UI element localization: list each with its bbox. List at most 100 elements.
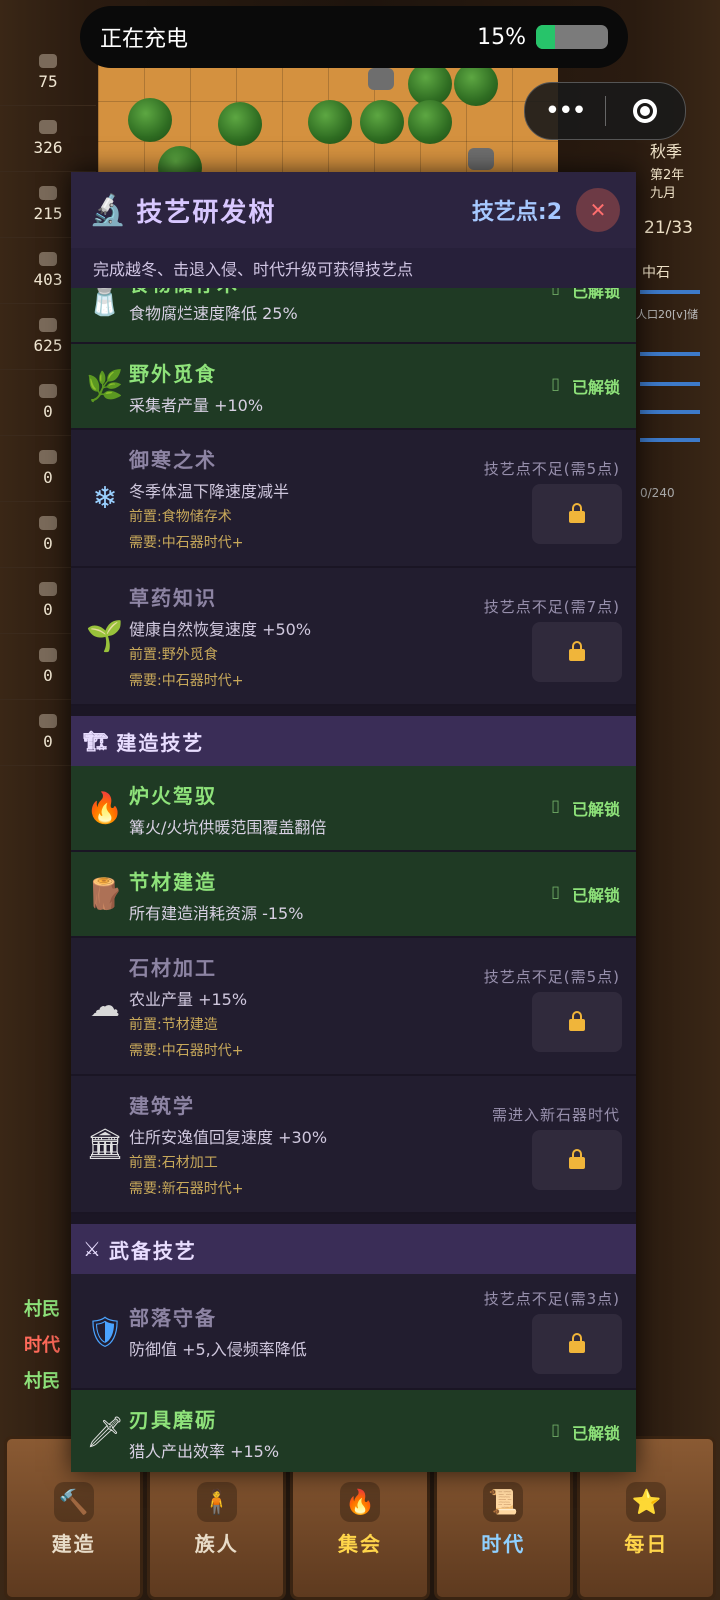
unlock-button[interactable] — [532, 622, 622, 682]
tech-cost: 技艺点不足(需3点) — [483, 1290, 620, 1308]
month-label: 九月 — [650, 186, 677, 201]
tech-item[interactable]: ❄ 御寒之术 冬季体温下降速度减半 前置:食物储存术 需要:中石器时代+ 技艺点… — [71, 430, 636, 568]
resource-icon — [39, 318, 57, 332]
resource-count: 0 — [43, 402, 53, 421]
tech-item[interactable]: 🔥 炉火驾驭 篝火/火坑供暖范围覆盖翻倍 ▯ 已解锁 — [71, 766, 636, 852]
tech-prereq: 前置:野外觅食 — [129, 647, 218, 663]
tech-desc: 食物腐烂速度降低 25% — [129, 304, 298, 323]
tech-name: 部落守备 — [129, 1306, 217, 1330]
crane-icon: 🏗 — [83, 729, 111, 753]
lock-icon — [569, 641, 585, 661]
more-menu-button[interactable]: ••• — [525, 96, 605, 126]
resource-count: 403 — [33, 270, 63, 289]
battery-icon — [536, 25, 608, 49]
tech-name: 炉火驾驭 — [129, 784, 217, 808]
dagger-icon: 🗡 — [85, 1414, 125, 1450]
resource-icon — [39, 186, 57, 200]
tech-item[interactable]: 🧂 食物储存术 食物腐烂速度降低 25% ▯ 已解锁 — [71, 288, 636, 344]
section-gap — [71, 706, 636, 716]
tree-icon — [408, 100, 452, 144]
shield-icon: 🛡 — [85, 1314, 125, 1350]
section-header-arms: ⚔ 武备技艺 — [71, 1224, 636, 1274]
status-dot-icon: ▯ — [551, 374, 560, 393]
section-title: 武备技艺 — [108, 1238, 197, 1263]
nav-label: 族人 — [194, 1532, 239, 1556]
year-label: 第2年 — [650, 168, 685, 183]
tech-name: 草药知识 — [129, 586, 217, 610]
tech-prereq: 前置:节材建造 — [129, 1017, 218, 1033]
farm-map[interactable] — [98, 62, 558, 190]
resource-icon — [39, 648, 57, 662]
nav-label: 建造 — [51, 1532, 96, 1556]
resource-count: 0 — [43, 468, 53, 487]
tech-item[interactable]: 🌿 野外觅食 采集者产量 +10% ▯ 已解锁 — [71, 344, 636, 430]
tech-desc: 猎人产出效率 +15% — [129, 1442, 280, 1461]
resource-count: 0 — [43, 666, 53, 685]
unlock-button[interactable] — [532, 484, 622, 544]
tech-item[interactable]: 🏛 建筑学 住所安逸值回复速度 +30% 前置:石材加工 需要:新石器时代+ 需… — [71, 1076, 636, 1214]
seedling-icon: 🌱 — [86, 618, 124, 654]
tech-requirement: 需要:中石器时代+ — [129, 1043, 244, 1059]
progress-bar — [640, 410, 700, 414]
season-label: 秋季 — [650, 142, 683, 161]
tech-status: 已解锁 — [571, 288, 620, 301]
unlock-button[interactable] — [532, 1130, 622, 1190]
tech-item[interactable]: 🪵 节材建造 所有建造消耗资源 -15% ▯ 已解锁 — [71, 852, 636, 938]
tech-name: 刃具磨砺 — [129, 1408, 217, 1432]
tech-status: 已解锁 — [571, 800, 620, 819]
resource-icon — [39, 120, 57, 134]
miniapp-close-button[interactable] — [606, 99, 686, 123]
wood-icon: 🪵 — [86, 876, 124, 912]
status-bar: 正在充电 15% — [80, 6, 628, 68]
tech-desc: 采集者产量 +10% — [129, 396, 264, 415]
hammer-icon: 🔨 — [53, 1482, 94, 1522]
era-label: 中石 — [642, 265, 670, 281]
tech-cost: 技艺点不足(需5点) — [483, 968, 620, 986]
tree-icon — [218, 102, 262, 146]
tech-name: 野外觅食 — [129, 362, 217, 386]
tech-list[interactable]: 🧂 食物储存术 食物腐烂速度降低 25% ▯ 已解锁 🌿 野外觅食 采集者产量 +… — [71, 288, 636, 1472]
resource-cell[interactable]: 326 — [0, 106, 96, 172]
unlock-button[interactable] — [532, 992, 622, 1052]
section-header-build: 🏗 建造技艺 — [71, 716, 636, 766]
modal-hint: 完成越冬、击退入侵、时代升级可获得技艺点 — [71, 248, 636, 288]
status-dot-icon: ▯ — [551, 882, 560, 901]
salt-icon: 🧂 — [86, 288, 124, 318]
tech-item[interactable]: 🌱 草药知识 健康自然恢复速度 +50% 前置:野外觅食 需要:中石器时代+ 技… — [71, 568, 636, 706]
tech-desc: 篝火/火坑供暖范围覆盖翻倍 — [129, 818, 327, 837]
resource-count: 326 — [33, 138, 63, 157]
villager-label: 村民 — [24, 1371, 60, 1392]
tech-tree-modal: 🔬 技艺研发树 技艺点:2 ✕ 完成越冬、击退入侵、时代升级可获得技艺点 🧂 食… — [71, 172, 636, 1472]
person-icon: 🧍 — [196, 1482, 237, 1522]
resource-icon — [39, 714, 57, 728]
tech-status: 已解锁 — [571, 378, 620, 397]
close-button[interactable]: ✕ — [576, 188, 620, 232]
rock-icon — [368, 68, 394, 90]
tech-desc: 农业产量 +15% — [129, 990, 248, 1009]
status-dot-icon: ▯ — [551, 288, 560, 302]
herb-icon: 🌿 — [86, 368, 124, 404]
tech-desc: 所有建造消耗资源 -15% — [129, 904, 304, 923]
campfire-icon: 🔥 — [340, 1482, 380, 1522]
lock-icon — [569, 1011, 585, 1031]
era-label: 时代 — [24, 1335, 60, 1356]
nav-label: 每日 — [624, 1532, 669, 1556]
tree-icon — [360, 100, 404, 144]
tech-requirement: 需要:中石器时代+ — [129, 673, 244, 689]
resource-count: 215 — [33, 204, 63, 223]
lock-icon — [569, 1333, 585, 1353]
tech-item[interactable]: 🗡 刃具磨砺 猎人产出效率 +15% ▯ 已解锁 — [71, 1390, 636, 1472]
lock-icon — [569, 503, 585, 523]
tech-desc: 冬季体温下降速度减半 — [129, 482, 290, 501]
tree-icon — [454, 62, 498, 106]
tech-item[interactable]: ☁ 石材加工 农业产量 +15% 前置:节材建造 需要:中石器时代+ 技艺点不足… — [71, 938, 636, 1076]
resource-count: 0 — [43, 732, 53, 751]
resource-cell[interactable]: 75 — [0, 40, 96, 106]
nav-label: 时代 — [481, 1532, 526, 1556]
tech-name: 食物储存术 — [129, 288, 239, 297]
tech-item[interactable]: 🛡 部落守备 防御值 +5,入侵频率降低 技艺点不足(需3点) — [71, 1274, 636, 1390]
tech-status: 已解锁 — [571, 886, 620, 905]
tech-cost: 需进入新石器时代 — [491, 1106, 620, 1124]
unlock-button[interactable] — [532, 1314, 622, 1374]
section-gap — [71, 1214, 636, 1224]
